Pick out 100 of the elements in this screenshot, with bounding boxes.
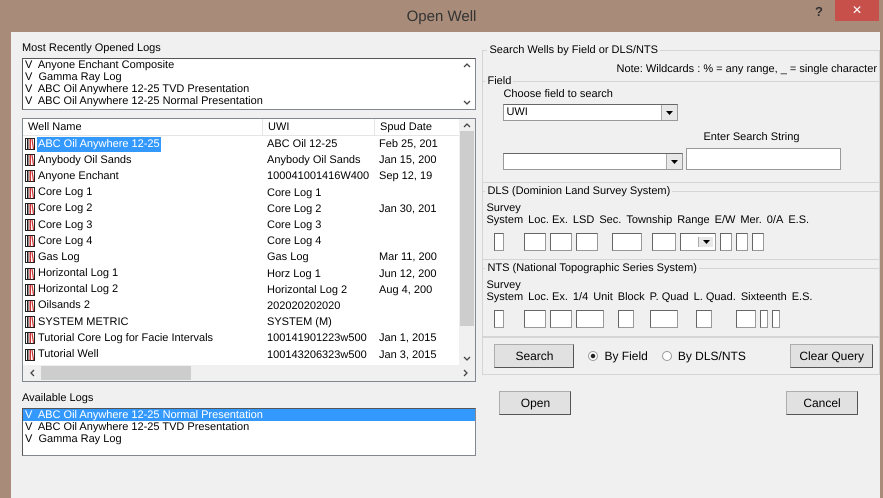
input-field[interactable] <box>612 233 642 251</box>
input-field[interactable] <box>720 233 732 251</box>
log-item[interactable]: V Anyone Enchant Composite <box>23 59 460 71</box>
cancel-button[interactable]: Cancel <box>786 391 858 415</box>
well-name-cell[interactable]: Core Log 4 <box>37 234 94 249</box>
search-mode-radio[interactable]: By DLS/NTS <box>662 349 746 363</box>
well-name-cell[interactable]: SYSTEM METRIC <box>37 314 130 330</box>
spud-date-cell-text: Jan 3, 2015 <box>378 348 438 361</box>
column-label: E/W <box>714 214 736 227</box>
uwi-cell-text: Gas Log <box>266 251 310 264</box>
well-log-icon <box>25 235 35 248</box>
column-label: 1/4 <box>572 291 588 304</box>
spud-date-cell-text: Feb 25, 201 <box>378 138 439 150</box>
input-field[interactable] <box>760 310 768 328</box>
well-log-icon <box>25 186 35 199</box>
column-label: Sec. <box>599 214 622 227</box>
well-log-icon <box>25 154 35 166</box>
well-log-icon <box>25 284 35 296</box>
input-field[interactable] <box>696 310 712 328</box>
group-title: Search Wells by Field or DLS/NTS <box>487 44 660 56</box>
well-log-icon <box>25 138 35 150</box>
input-field[interactable] <box>576 233 598 251</box>
open-button[interactable]: Open <box>499 391 572 415</box>
well-log-icon <box>25 300 35 312</box>
well-name-cell[interactable]: Oilsands 2 <box>37 298 91 314</box>
column-label: Sixteenth <box>740 291 787 304</box>
input-field[interactable] <box>550 310 572 328</box>
uwi-cell-text: Core Log 4 <box>266 235 322 248</box>
column-label: Township <box>626 214 672 227</box>
input-field[interactable] <box>650 310 678 328</box>
horizontal-scrollbar[interactable] <box>23 365 476 381</box>
choose-field-label: Choose field to search <box>503 88 614 100</box>
column-label: Block <box>618 291 645 304</box>
input-field[interactable] <box>736 310 756 328</box>
radio-icon[interactable] <box>588 351 598 361</box>
uwi-cell-text: 100141901223w500 <box>266 332 368 344</box>
search-mode-radio[interactable]: By Field <box>588 349 648 363</box>
log-item[interactable]: V ABC Oil Anywhere 12-25 TVD Presentation <box>23 421 476 433</box>
spud-date-cell-text: Jun 12, 200 <box>378 268 438 280</box>
log-item[interactable]: V ABC Oil Anywhere 12-25 TVD Presentation <box>23 83 460 95</box>
well-log-icon <box>25 202 35 215</box>
column-label: 0/A <box>766 214 784 227</box>
log-item[interactable]: V ABC Oil Anywhere 12-25 Normal Presentation <box>23 95 460 107</box>
input-field[interactable] <box>494 310 504 328</box>
well-name-cell[interactable]: Core Log 1 <box>37 185 94 200</box>
uwi-cell-text: Core Log 3 <box>266 219 322 232</box>
field-dropdown[interactable]: UWI <box>503 104 678 121</box>
close-button[interactable]: × <box>835 0 879 21</box>
scroll-thumb[interactable] <box>41 366 191 380</box>
input-field[interactable] <box>494 233 504 251</box>
input-field[interactable] <box>652 233 676 251</box>
log-item[interactable]: V Gamma Ray Log <box>23 71 460 83</box>
column-label: E.S. <box>788 214 810 227</box>
well-log-icon <box>25 316 35 328</box>
well-log-icon <box>25 170 35 182</box>
input-field[interactable] <box>772 310 780 328</box>
column-label: Range <box>677 214 710 227</box>
well-name-cell[interactable]: Horizontal Log 1 <box>37 266 120 282</box>
operator-dropdown[interactable] <box>503 153 684 170</box>
uwi-cell-text: 202020202020 <box>266 300 342 312</box>
input-field[interactable] <box>524 233 546 251</box>
spud-date-cell-text: Jan 1, 2015 <box>378 332 438 344</box>
uwi-cell-text: 100143206323w500 <box>266 348 368 361</box>
well-name-cell[interactable]: Anyone Enchant <box>37 168 120 184</box>
group-title: Field <box>485 75 514 87</box>
scroll-thumb[interactable] <box>460 131 474 326</box>
well-name-cell[interactable]: Anybody Oil Sands <box>37 152 133 168</box>
uwi-cell-text: Anybody Oil Sands <box>266 154 362 166</box>
input-field[interactable] <box>524 310 546 328</box>
input-field[interactable] <box>752 233 764 251</box>
well-name-cell[interactable]: Tutorial Well <box>37 347 100 362</box>
log-item[interactable]: V Gamma Ray Log <box>23 433 476 445</box>
column-label: P. Quad <box>650 291 689 304</box>
column-label: Loc. Ex. <box>528 291 568 304</box>
well-name-cell[interactable]: Core Log 2 <box>37 201 94 216</box>
help-button[interactable]: ? <box>815 4 823 19</box>
input-field[interactable] <box>618 310 634 328</box>
input-field[interactable] <box>550 233 572 251</box>
uwi-cell-text: SYSTEM (M) <box>266 316 333 328</box>
input-field[interactable] <box>736 233 748 251</box>
input-field[interactable] <box>576 310 604 328</box>
direction-dropdown[interactable] <box>680 233 716 251</box>
well-name-cell[interactable]: Gas Log <box>37 250 81 265</box>
column-header[interactable]: UWI <box>263 119 375 135</box>
spud-date-cell-text: Mar 11, 200 <box>378 251 438 264</box>
uwi-cell-text: Horz Log 1 <box>266 268 322 280</box>
search-string-field[interactable] <box>686 148 842 170</box>
column-label: System <box>486 291 524 304</box>
clear-query-button[interactable]: Clear Query <box>790 344 873 368</box>
well-name-cell[interactable]: Tutorial Core Log for Facie Intervals <box>37 330 214 346</box>
well-name-cell[interactable]: Core Log 3 <box>37 218 94 233</box>
radio-icon[interactable] <box>662 351 672 361</box>
column-label: L. Quad. <box>694 291 736 304</box>
search-button[interactable]: Search <box>494 344 574 368</box>
well-name-cell[interactable]: Horizontal Log 2 <box>37 282 120 298</box>
scrollbar[interactable] <box>459 119 476 365</box>
well-log-icon <box>25 348 35 361</box>
window-title: Open Well <box>406 8 476 24</box>
column-header[interactable]: Well Name <box>23 119 263 135</box>
well-log-icon <box>25 268 35 280</box>
